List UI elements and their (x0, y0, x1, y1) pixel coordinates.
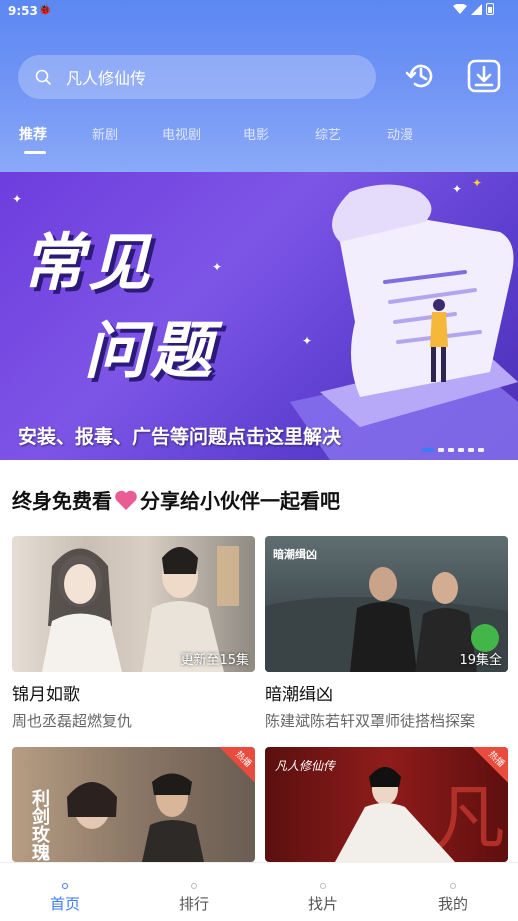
video-thumbnail: 凡 凡人修仙传 热播 (265, 747, 508, 862)
faq-banner[interactable]: ✦ ✦ ✦ ✦ ✦ 常见 问题 安装、报毒、广告等问题点击这里解决 (0, 172, 518, 460)
hot-tag: 热播 (219, 747, 255, 783)
pagination-dot (448, 448, 454, 452)
tab-variety[interactable]: 综艺 (315, 124, 341, 143)
sparkle-icon: ✦ (452, 182, 463, 196)
pagination-dot (422, 448, 434, 452)
video-thumbnail: 暗潮缉凶 19集全 (265, 536, 508, 672)
home-icon (62, 883, 68, 889)
pagination-dot (438, 448, 444, 452)
status-icons (453, 3, 494, 15)
poster-title: 利剑玫瑰 (29, 789, 50, 861)
android-debug-icon: 🐞 (38, 3, 52, 16)
sparkle-icon: ✦ (212, 260, 223, 274)
pagination-dot (478, 448, 484, 452)
search-input[interactable]: 凡人修仙传 (18, 55, 376, 99)
video-card[interactable]: 暗潮缉凶 19集全 暗潮缉凶 陈建斌陈若轩双罩师徒搭档探案 (265, 536, 508, 731)
banner-illustration (290, 184, 518, 460)
tab-tv-series[interactable]: 电视剧 (162, 124, 201, 143)
sparkle-icon: ✦ (302, 334, 313, 348)
wifi-icon (453, 4, 467, 14)
bottom-navigation: 首页 排行 找片 我的 (0, 862, 518, 921)
profile-icon (450, 883, 456, 889)
tab-anime[interactable]: 动漫 (387, 124, 413, 143)
poster-title: 凡人修仙传 (275, 759, 336, 773)
tab-new-drama[interactable]: 新剧 (92, 124, 118, 143)
nav-discover[interactable]: 找片 (283, 863, 363, 914)
share-text-before: 终身免费看 (12, 489, 112, 513)
ranking-icon (191, 883, 197, 889)
video-description: 陈建斌陈若轩双罩师徒搭档探案 (265, 712, 476, 730)
nav-mine[interactable]: 我的 (413, 863, 493, 914)
svg-text:凡: 凡 (435, 777, 505, 859)
video-card[interactable]: 更新至15集 锦月如歌 周也丞磊超燃复仇 (12, 536, 255, 731)
app-header: 9:53 🐞 凡人修仙传 推荐 新剧 电视剧 电影 综艺 动漫 (0, 0, 518, 172)
nav-home[interactable]: 首页 (25, 863, 105, 914)
sparkle-icon: ✦ (12, 192, 23, 206)
discover-icon (320, 883, 326, 889)
banner-title-line2: 问题 (84, 314, 217, 387)
sparkle-icon: ✦ (472, 176, 483, 190)
status-time: 9:53 (8, 4, 38, 18)
video-thumbnail: 利剑玫瑰 热播 (12, 747, 255, 862)
nav-label: 排行 (178, 895, 209, 913)
tab-recommend[interactable]: 推荐 (19, 124, 47, 144)
status-bar: 9:53 🐞 (0, 0, 518, 22)
banner-title-line1: 常见 (22, 226, 155, 299)
video-thumbnail: 更新至15集 (12, 536, 255, 672)
video-title: 暗潮缉凶 (265, 685, 333, 705)
banner-caption: 安装、报毒、广告等问题点击这里解决 (18, 426, 342, 448)
video-title: 锦月如歌 (12, 685, 80, 705)
category-tabs: 推荐 新剧 电视剧 电影 综艺 动漫 (0, 118, 518, 158)
episode-badge: 更新至15集 (180, 653, 249, 668)
share-promo[interactable]: 终身免费看 分享给小伙伴一起看吧 (12, 485, 340, 514)
video-card[interactable]: 凡 凡人修仙传 热播 (265, 747, 508, 862)
share-text-after: 分享给小伙伴一起看吧 (140, 489, 340, 513)
video-card[interactable]: 利剑玫瑰 热播 (12, 747, 255, 862)
nav-ranking[interactable]: 排行 (154, 863, 234, 914)
signal-icon (471, 3, 482, 15)
battery-icon (486, 3, 494, 15)
tab-movie[interactable]: 电影 (243, 124, 269, 143)
download-icon[interactable] (466, 58, 502, 94)
episode-badge: 19集全 (459, 653, 502, 668)
video-description: 周也丞磊超燃复仇 (12, 712, 133, 730)
hot-tag: 热播 (472, 747, 508, 783)
banner-pagination (422, 448, 484, 452)
nav-label: 首页 (49, 895, 80, 913)
nav-label: 找片 (307, 895, 338, 913)
heart-icon (115, 490, 137, 510)
pagination-dot (468, 448, 474, 452)
nav-label: 我的 (437, 895, 468, 913)
active-tab-indicator (24, 151, 46, 154)
search-placeholder: 凡人修仙传 (66, 69, 147, 88)
search-icon (35, 69, 51, 85)
poster-title: 暗潮缉凶 (273, 548, 317, 561)
history-icon[interactable] (403, 58, 439, 94)
pagination-dot (458, 448, 464, 452)
